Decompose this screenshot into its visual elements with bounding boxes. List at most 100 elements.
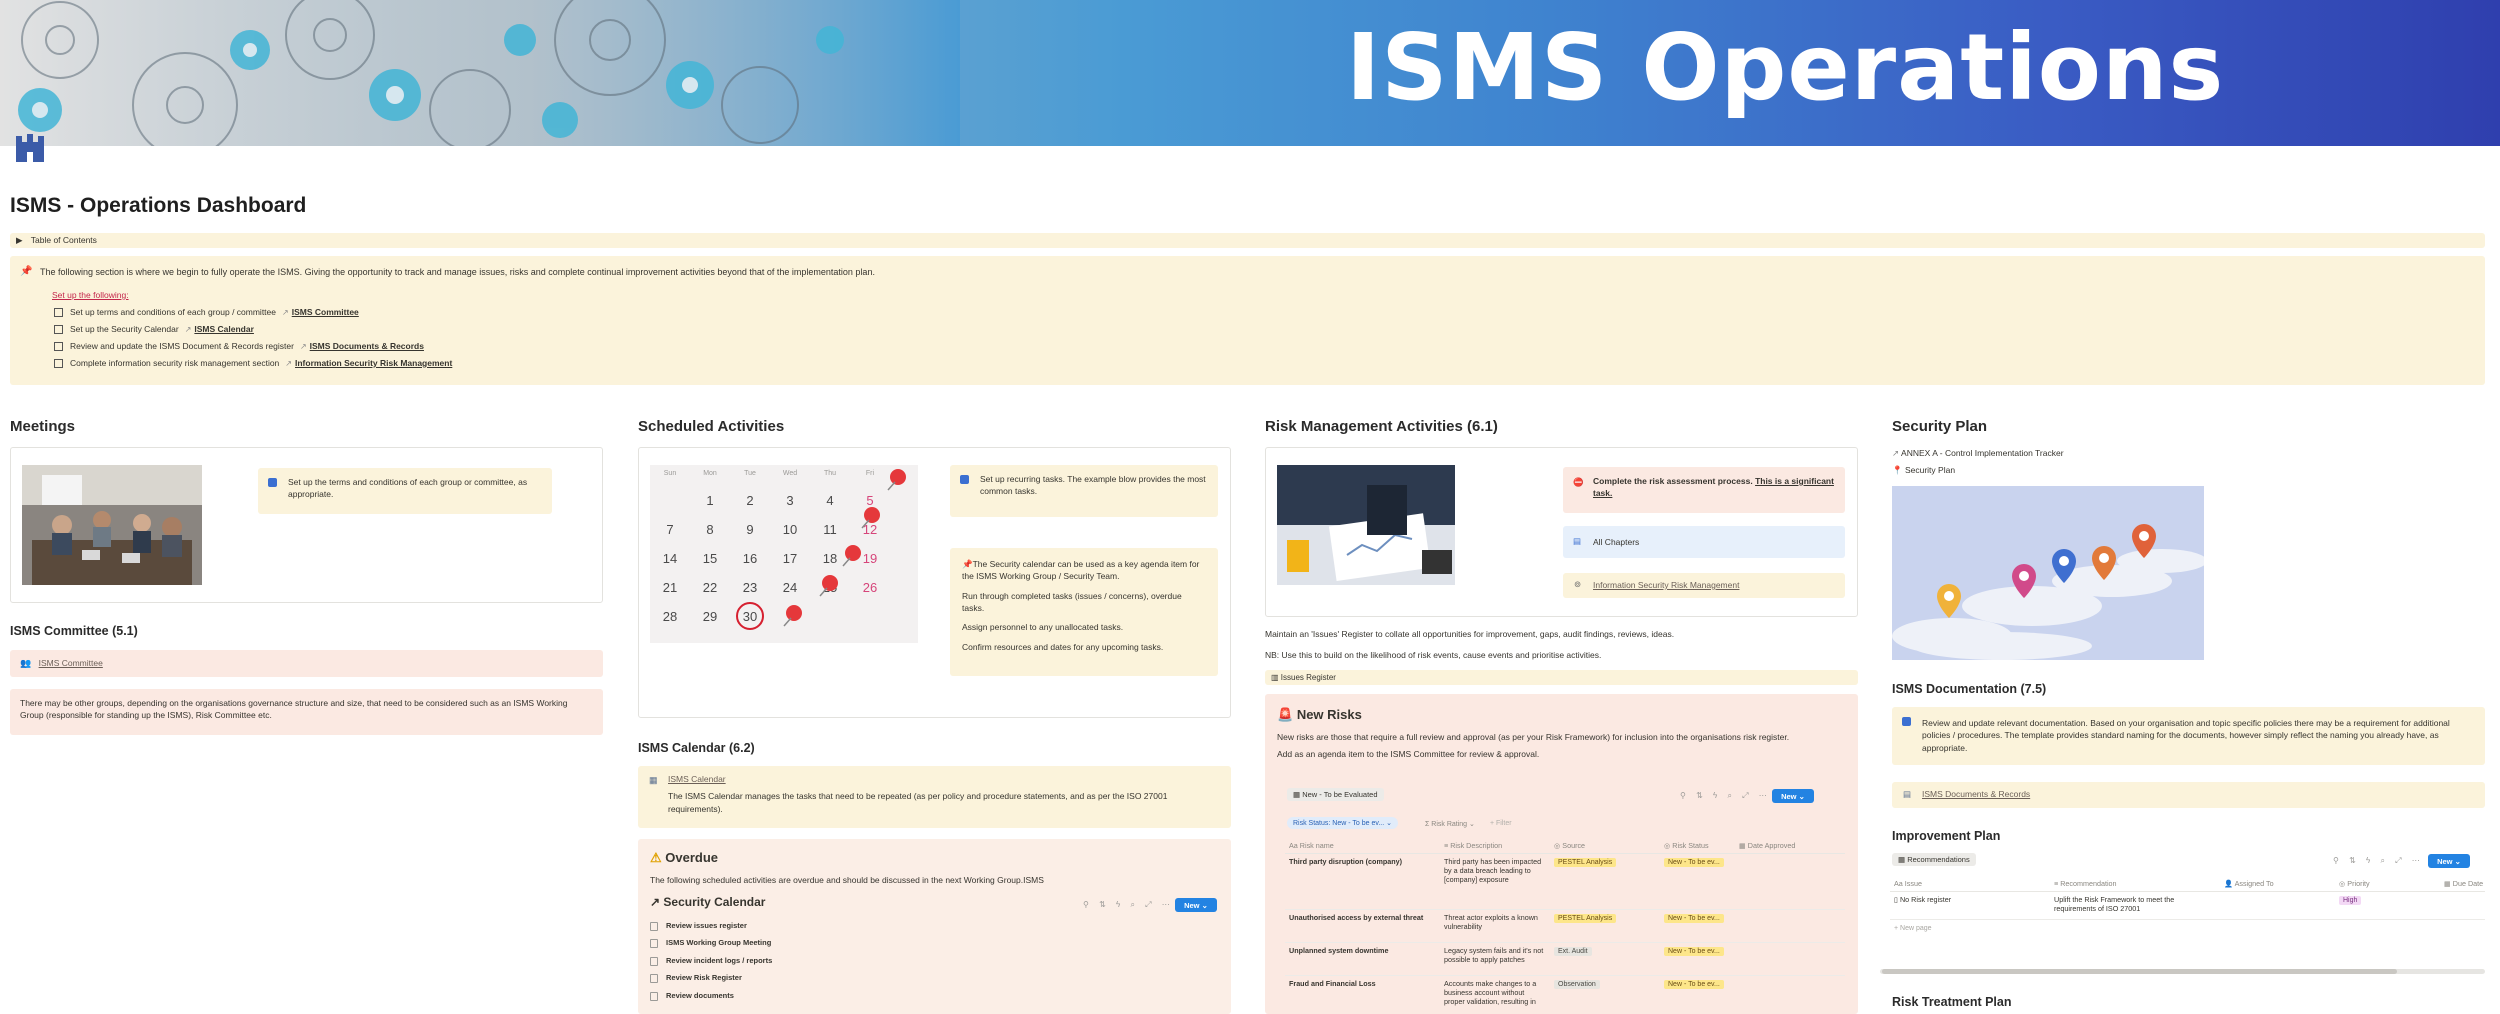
calendar-date: 21	[663, 580, 677, 595]
column-header[interactable]: ▦ Date Approved	[1735, 838, 1845, 853]
column-header[interactable]: ≡ Recommendation	[2050, 876, 2220, 891]
list-item-label: Review documents	[666, 990, 734, 1000]
todo-link[interactable]: ISMS Documents & Records	[310, 341, 424, 351]
calendar-date: 23	[743, 580, 757, 595]
filter-risk-status[interactable]: Risk Status: New - To be ev... ⌄	[1287, 817, 1398, 829]
list-item[interactable]: Review incident logs / reports	[650, 953, 1219, 971]
all-chapters-link[interactable]: ▤ All Chapters	[1563, 526, 1845, 558]
todo-item[interactable]: Review and update the ISMS Document & Re…	[54, 341, 2473, 351]
column-header[interactable]: Aa Issue	[1890, 876, 2050, 891]
banner-title: ISMS Operations	[1346, 14, 2225, 121]
view-tab[interactable]: ▦ New - To be Evaluated	[1287, 788, 1384, 801]
risk-callout-main: Complete the risk assessment process.	[1593, 476, 1753, 486]
pushpin-icon	[786, 605, 802, 621]
alarm-icon: ⛔	[1573, 477, 1584, 487]
table-row[interactable]: ▯ No Risk register Uplift the Risk Frame…	[1890, 892, 2485, 920]
documents-records-link[interactable]: ISMS Documents & Records	[1922, 789, 2030, 799]
committee-link-block[interactable]: 👥 ISMS Committee	[10, 650, 603, 677]
risk-desc-cell: Legacy system fails and it's not possibl…	[1444, 946, 1544, 964]
column-header[interactable]: ◎ Risk Status	[1660, 838, 1735, 853]
annex-link[interactable]: ↗ ANNEX A - Control Implementation Track…	[1892, 448, 2064, 459]
checkbox[interactable]	[54, 358, 63, 368]
database-icon: ▥	[1271, 673, 1279, 682]
list-item[interactable]: Review documents	[650, 988, 1219, 1006]
page-title: ISMS - Operations Dashboard	[10, 194, 307, 217]
column-header[interactable]: Aa Risk name	[1285, 838, 1440, 853]
calendar-day-label: Mon	[703, 470, 717, 477]
pushpin-icon	[890, 469, 906, 485]
meetings-callout-text: Set up the terms and conditions of each …	[288, 477, 528, 500]
issues-register-toggle[interactable]: ▥ Issues Register	[1265, 670, 1858, 685]
checkbox[interactable]	[54, 341, 63, 351]
filter-risk-rating[interactable]: Σ Risk Rating ⌄	[1425, 820, 1475, 828]
checkbox[interactable]	[54, 324, 63, 334]
documents-link-block[interactable]: ▤ ISMS Documents & Records	[1892, 782, 2485, 808]
calendar-desc: The ISMS Calendar manages the tasks that…	[668, 791, 1168, 814]
new-page-button[interactable]: + New page	[1890, 920, 2485, 937]
filter-label: Risk Rating	[1431, 821, 1468, 828]
risk-name-cell: Fraud and Financial Loss	[1289, 979, 1376, 988]
column-label: Risk Status	[1672, 841, 1709, 850]
link-arrow-icon: ↗	[1892, 448, 1900, 458]
committee-note: There may be other groups, depending on …	[10, 689, 603, 735]
table-row[interactable]: Unplanned system downtime Legacy system …	[1285, 943, 1845, 976]
issue-cell: No Risk register	[1899, 895, 1952, 904]
scrollbar-thumb[interactable]	[1882, 969, 2397, 974]
table-row[interactable]: Third party disruption (company) Third p…	[1285, 854, 1845, 910]
calendar-date: 19	[863, 551, 877, 566]
todo-link[interactable]: ISMS Calendar	[194, 324, 254, 334]
new-button[interactable]: New ⌄	[1772, 789, 1814, 803]
source-tag: PESTEL Analysis	[1554, 914, 1617, 923]
todo-item[interactable]: Set up the Security Calendar ↗ ISMS Cale…	[54, 324, 2473, 334]
database-toolbar[interactable]: ⚲ ⇅ ϟ ⌕ ⤢ ⋯	[2333, 856, 2424, 866]
pushpin-icon: 📌	[20, 266, 33, 277]
new-risks-table: Aa Risk name ≡ Risk Description ◎ Source…	[1285, 838, 1845, 1010]
calendar-date: 8	[706, 522, 713, 537]
security-plan-link-label: Security Plan	[1904, 465, 1956, 475]
new-button[interactable]: New ⌄	[1175, 898, 1217, 912]
column-label: Due Date	[2452, 879, 2484, 888]
risk-management-link[interactable]: Information Security Risk Management	[1593, 580, 1739, 590]
new-button[interactable]: New ⌄	[2428, 854, 2470, 868]
todo-text: Set up terms and conditions of each grou…	[70, 307, 277, 317]
add-filter-button[interactable]: + Filter	[1490, 820, 1512, 827]
recurring-callout-text: Set up recurring tasks. The example blow…	[980, 474, 1206, 497]
calendar-date: 3	[786, 493, 793, 508]
calendar-link[interactable]: ISMS Calendar	[668, 773, 1221, 785]
calendar-day-label: Fri	[866, 470, 875, 477]
column-label: Source	[1562, 841, 1586, 850]
todo-item[interactable]: Complete information security risk manag…	[54, 358, 2473, 368]
column-header[interactable]: ◎ Priority	[2335, 876, 2440, 891]
column-header[interactable]: ▦ Due Date	[2440, 876, 2485, 891]
committee-link[interactable]: ISMS Committee	[39, 658, 103, 668]
table-row[interactable]: Unauthorised access by external threat T…	[1285, 910, 1845, 943]
view-tab[interactable]: ▦ Recommendations	[1892, 853, 1976, 866]
todo-link[interactable]: ISMS Committee	[292, 307, 359, 317]
pushpin-icon	[845, 545, 861, 561]
toggle-triangle-icon: ▶	[16, 235, 23, 245]
todo-item[interactable]: Set up terms and conditions of each grou…	[54, 307, 2473, 317]
column-header[interactable]: ◎ Source	[1550, 838, 1660, 853]
database-toolbar[interactable]: ⚲ ⇅ ϟ ⌕ ⤢ ⋯	[1083, 900, 1174, 910]
calendar-date: 10	[783, 522, 797, 537]
database-toolbar[interactable]: ⚲ ⇅ ϟ ⌕ ⤢ ⋯	[1680, 791, 1771, 801]
info-icon	[1902, 717, 1911, 726]
status-tag: New - To be ev...	[1664, 980, 1724, 989]
list-item[interactable]: Review issues register	[650, 918, 1219, 936]
filter-label: Risk Status: New - To be ev...	[1293, 820, 1385, 827]
list-item[interactable]: ISMS Working Group Meeting	[650, 935, 1219, 953]
column-header[interactable]: ≡ Risk Description	[1440, 838, 1550, 853]
security-plan-link[interactable]: 📍 Security Plan	[1892, 465, 1955, 476]
todo-link[interactable]: Information Security Risk Management	[295, 358, 452, 368]
link-arrow-icon: ↗	[299, 341, 307, 351]
castle-icon[interactable]	[14, 130, 46, 162]
status-tag: New - To be ev...	[1664, 858, 1724, 867]
table-of-contents-toggle[interactable]: ▶ Table of Contents	[10, 233, 2485, 248]
checkbox[interactable]	[54, 307, 63, 317]
list-item[interactable]: Review Risk Register	[650, 970, 1219, 988]
risk-management-link-block[interactable]: ⊚ Information Security Risk Management	[1563, 573, 1845, 598]
calendar-heading: ISMS Calendar (6.2)	[638, 741, 755, 755]
column-header[interactable]: 👤 Assigned To	[2220, 876, 2335, 891]
security-calendar-db-title[interactable]: Security Calendar	[663, 895, 765, 909]
table-row[interactable]: Fraud and Financial Loss Accounts make c…	[1285, 976, 1845, 1010]
